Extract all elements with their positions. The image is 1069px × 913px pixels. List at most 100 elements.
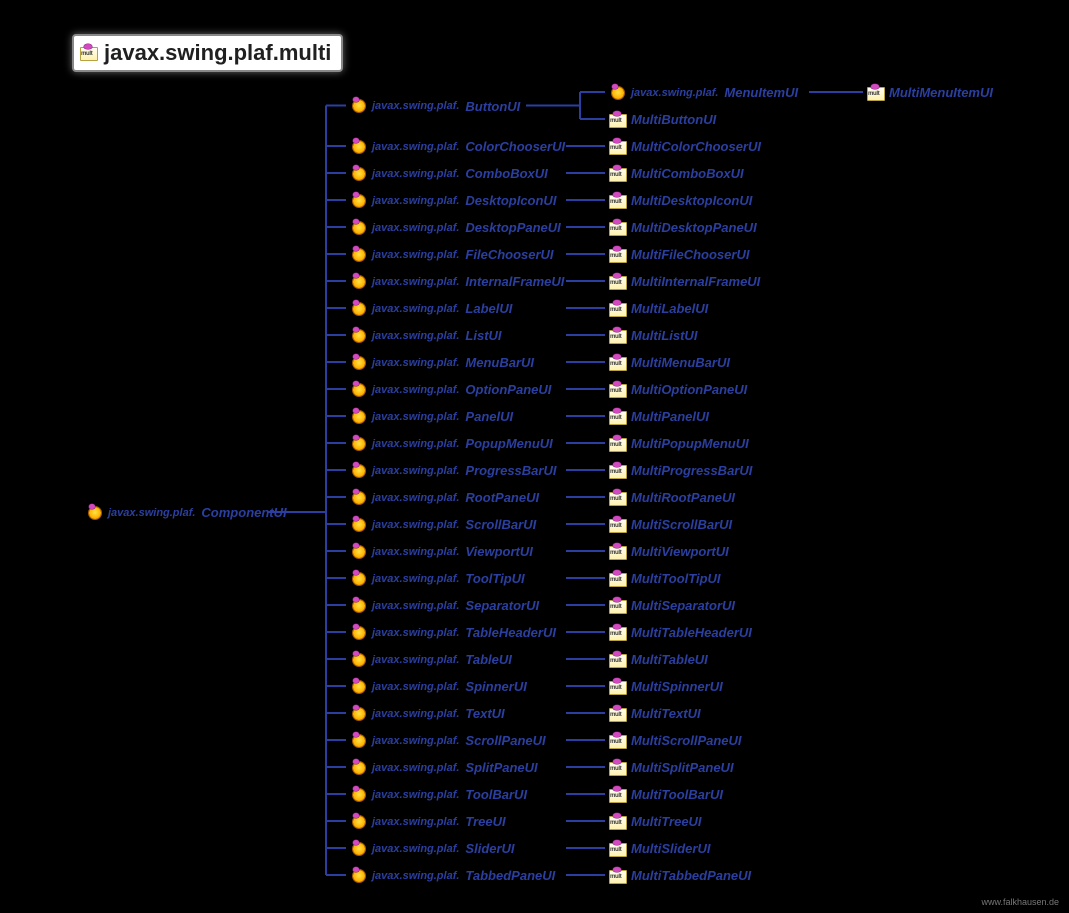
class-node-multitextui[interactable]: MultiTextUI bbox=[609, 706, 701, 721]
class-node-multitableui[interactable]: MultiTableUI bbox=[609, 652, 708, 667]
multi-class-icon bbox=[609, 356, 627, 370]
class-name: MultiComboBoxUI bbox=[631, 166, 744, 181]
class-prefix: javax.swing.plaf. bbox=[372, 654, 461, 666]
class-name: TabbedPaneUI bbox=[465, 868, 555, 883]
external-class-icon bbox=[350, 329, 368, 343]
class-node-multitabbedpaneui[interactable]: MultiTabbedPaneUI bbox=[609, 868, 751, 883]
class-node-scrollpaneui[interactable]: javax.swing.plaf.ScrollPaneUI bbox=[350, 733, 546, 748]
class-node-multidesktoppaneui[interactable]: MultiDesktopPaneUI bbox=[609, 220, 757, 235]
class-prefix: javax.swing.plaf. bbox=[372, 357, 461, 369]
class-node-desktopiconui[interactable]: javax.swing.plaf.DesktopIconUI bbox=[350, 193, 556, 208]
class-node-multilabelui[interactable]: MultiLabelUI bbox=[609, 301, 708, 316]
multi-class-icon bbox=[609, 842, 627, 856]
class-node-colorchooserui[interactable]: javax.swing.plaf.ColorChooserUI bbox=[350, 139, 565, 154]
class-node-viewportui[interactable]: javax.swing.plaf.ViewportUI bbox=[350, 544, 533, 559]
class-prefix: javax.swing.plaf. bbox=[372, 141, 461, 153]
external-class-icon bbox=[350, 653, 368, 667]
class-node-tooltipui[interactable]: javax.swing.plaf. ToolTipUI bbox=[350, 571, 525, 586]
class-node-multibuttonui[interactable]: MultiButtonUI bbox=[609, 112, 716, 127]
class-node-multimenuitemui[interactable]: MultiMenuItemUI bbox=[867, 85, 993, 100]
class-node-multisliderui[interactable]: MultiSliderUI bbox=[609, 841, 710, 856]
class-name: MultiTableUI bbox=[631, 652, 708, 667]
class-node-multilistui[interactable]: MultiListUI bbox=[609, 328, 697, 343]
class-node-multiinternalframeui[interactable]: MultiInternalFrameUI bbox=[609, 274, 760, 289]
multi-class-icon bbox=[609, 545, 627, 559]
external-class-icon bbox=[350, 707, 368, 721]
class-name: ProgressBarUI bbox=[465, 463, 556, 478]
external-class-icon bbox=[350, 140, 368, 154]
class-node-labelui[interactable]: javax.swing.plaf.LabelUI bbox=[350, 301, 512, 316]
class-node-tableheaderui[interactable]: javax.swing.plaf.TableHeaderUI bbox=[350, 625, 556, 640]
class-node-multisplitpaneui[interactable]: MultiSplitPaneUI bbox=[609, 760, 734, 775]
class-node-toolbarui[interactable]: javax.swing.plaf.ToolBarUI bbox=[350, 787, 527, 802]
class-name: MultiRootPaneUI bbox=[631, 490, 735, 505]
multi-class-icon bbox=[609, 707, 627, 721]
class-name: MultiToolTipUI bbox=[631, 571, 721, 586]
class-prefix: javax.swing.plaf. bbox=[372, 735, 461, 747]
class-node-multidesktopiconui[interactable]: MultiDesktopIconUI bbox=[609, 193, 752, 208]
external-class-icon bbox=[350, 518, 368, 532]
class-name: MultiInternalFrameUI bbox=[631, 274, 760, 289]
class-node-progressbarui[interactable]: javax.swing.plaf.ProgressBarUI bbox=[350, 463, 556, 478]
class-node-sliderui[interactable]: javax.swing.plaf.SliderUI bbox=[350, 841, 515, 856]
class-node-multiseparatorui[interactable]: MultiSeparatorUI bbox=[609, 598, 735, 613]
class-node-panelui[interactable]: javax.swing.plaf.PanelUI bbox=[350, 409, 513, 424]
class-node-multipopupmenuui[interactable]: MultiPopupMenuUI bbox=[609, 436, 749, 451]
external-class-icon bbox=[350, 815, 368, 829]
class-node-multiscrollbarui[interactable]: MultiScrollBarUI bbox=[609, 517, 732, 532]
class-node-multirootpaneui[interactable]: MultiRootPaneUI bbox=[609, 490, 735, 505]
class-node-multiscrollpaneui[interactable]: MultiScrollPaneUI bbox=[609, 733, 742, 748]
class-node-menuitemui[interactable]: javax.swing.plaf.MenuItemUI bbox=[609, 85, 798, 100]
class-node-multitreeui[interactable]: MultiTreeUI bbox=[609, 814, 702, 829]
class-name: MultiMenuBarUI bbox=[631, 355, 730, 370]
class-node-textui[interactable]: javax.swing.plaf.TextUI bbox=[350, 706, 505, 721]
class-node-tableui[interactable]: javax.swing.plaf.TableUI bbox=[350, 652, 512, 667]
class-node-spinnerui[interactable]: javax.swing.plaf.SpinnerUI bbox=[350, 679, 527, 694]
class-node-componentui[interactable]: javax.swing.plaf.ComponentUI bbox=[86, 505, 287, 520]
class-node-multitooltipui[interactable]: MultiToolTipUI bbox=[609, 571, 721, 586]
class-node-splitpaneui[interactable]: javax.swing.plaf.SplitPaneUI bbox=[350, 760, 538, 775]
class-node-multicomboboxui[interactable]: MultiComboBoxUI bbox=[609, 166, 744, 181]
class-prefix: javax.swing.plaf. bbox=[372, 384, 461, 396]
class-node-separatorui[interactable]: javax.swing.plaf.SeparatorUI bbox=[350, 598, 539, 613]
class-node-multispinnerui[interactable]: MultiSpinnerUI bbox=[609, 679, 723, 694]
multi-class-icon bbox=[609, 437, 627, 451]
class-node-popupmenuui[interactable]: javax.swing.plaf.PopupMenuUI bbox=[350, 436, 553, 451]
class-name: TreeUI bbox=[465, 814, 505, 829]
class-node-rootpaneui[interactable]: javax.swing.plaf.RootPaneUI bbox=[350, 490, 539, 505]
class-node-comboboxui[interactable]: javax.swing.plaf.ComboBoxUI bbox=[350, 166, 548, 181]
class-node-tabbedpaneui[interactable]: javax.swing.plaf.TabbedPaneUI bbox=[350, 868, 555, 883]
class-node-multitableheaderui[interactable]: MultiTableHeaderUI bbox=[609, 625, 752, 640]
class-node-desktoppaneui[interactable]: javax.swing.plaf.DesktopPaneUI bbox=[350, 220, 561, 235]
class-prefix: javax.swing.plaf. bbox=[372, 573, 461, 585]
multi-class-icon bbox=[609, 410, 627, 424]
class-name: MultiSeparatorUI bbox=[631, 598, 735, 613]
class-node-multimenubarui[interactable]: MultiMenuBarUI bbox=[609, 355, 730, 370]
class-node-listui[interactable]: javax.swing.plaf.ListUI bbox=[350, 328, 502, 343]
class-node-scrollbarui[interactable]: javax.swing.plaf.ScrollBarUI bbox=[350, 517, 536, 532]
class-node-multicolorchooserui[interactable]: MultiColorChooserUI bbox=[609, 139, 761, 154]
class-name: DesktopIconUI bbox=[465, 193, 556, 208]
multi-class-icon bbox=[609, 734, 627, 748]
class-prefix: javax.swing.plaf. bbox=[372, 762, 461, 774]
class-node-treeui[interactable]: javax.swing.plaf. TreeUI bbox=[350, 814, 506, 829]
class-node-optionpaneui[interactable]: javax.swing.plaf.OptionPaneUI bbox=[350, 382, 551, 397]
class-node-multifilechooserui[interactable]: MultiFileChooserUI bbox=[609, 247, 749, 262]
class-node-internalframeui[interactable]: javax.swing.plaf.InternalFrameUI bbox=[350, 274, 564, 289]
multi-class-icon bbox=[609, 518, 627, 532]
class-name: MultiTreeUI bbox=[631, 814, 702, 829]
external-class-icon bbox=[350, 275, 368, 289]
external-class-icon bbox=[350, 842, 368, 856]
class-node-multiviewportui[interactable]: MultiViewportUI bbox=[609, 544, 729, 559]
class-name: MultiScrollBarUI bbox=[631, 517, 732, 532]
class-node-multitoolbarui[interactable]: MultiToolBarUI bbox=[609, 787, 723, 802]
class-name: ToolTipUI bbox=[465, 571, 524, 586]
package-icon bbox=[80, 46, 98, 60]
class-node-filechooserui[interactable]: javax.swing.plaf.FileChooserUI bbox=[350, 247, 554, 262]
class-node-menubarui[interactable]: javax.swing.plaf.MenuBarUI bbox=[350, 355, 534, 370]
class-node-multipanelui[interactable]: MultiPanelUI bbox=[609, 409, 709, 424]
class-prefix: javax.swing.plaf. bbox=[372, 816, 461, 828]
class-node-multiprogressbarui[interactable]: MultiProgressBarUI bbox=[609, 463, 752, 478]
class-node-buttonui[interactable]: javax.swing.plaf.ButtonUI bbox=[350, 99, 520, 114]
class-node-multioptionpaneui[interactable]: MultiOptionPaneUI bbox=[609, 382, 747, 397]
